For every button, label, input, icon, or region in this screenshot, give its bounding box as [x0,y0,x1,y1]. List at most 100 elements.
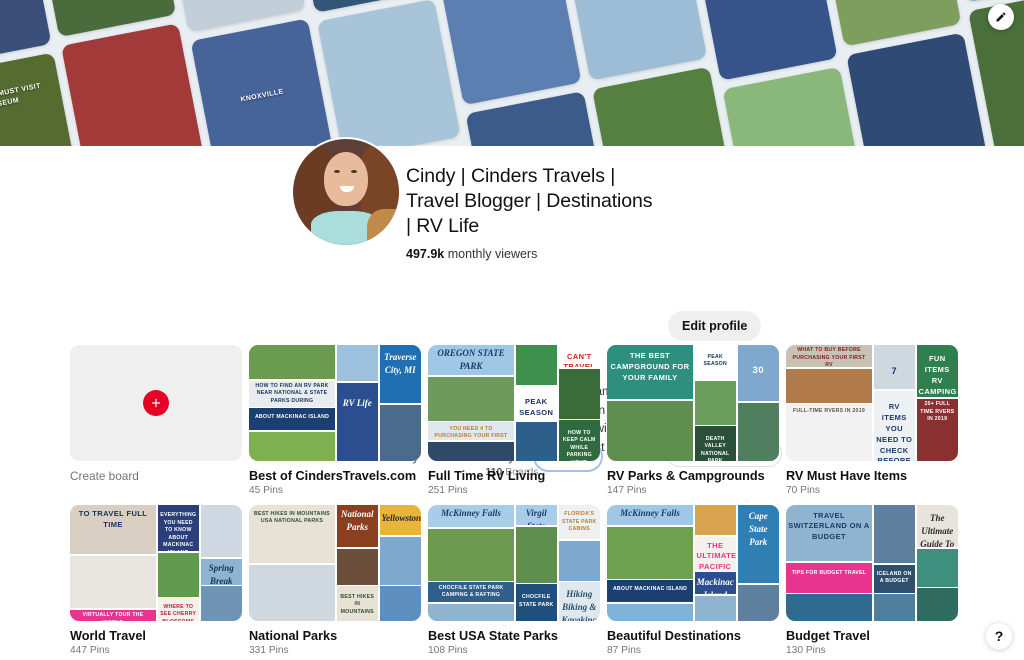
board-pin-count: 331 Pins [249,645,289,656]
board-cover-column: WHAT TO BUY BEFORE PURCHASING YOUR FIRST… [786,345,872,461]
board-cover-thumb: RV Life [336,382,378,461]
board-card[interactable]: WHAT TO BUY BEFORE PURCHASING YOUR FIRST… [786,345,958,496]
board-cover-thumb [515,422,557,461]
board-title: RV Parks & Campgrounds [607,469,765,483]
board-cover[interactable]: HOW TO FIND AN RV PARK NEAR NATIONAL & S… [249,345,421,461]
board-cover-column: Florida's State Park Cabins Hiking Biking… [558,505,600,621]
board-cover-thumb-text: McKinney Falls [620,508,680,518]
board-cover-thumb: RV ITEMS YOU NEED TO CHECK BEFORE HEADIN… [873,390,915,461]
board-cover-thumb-text: HOW TO FIND AN RV PARK NEAR NATIONAL & S… [255,382,329,404]
board-cover[interactable]: BEST HIKES IN Mountains USA National Par… [249,505,421,621]
pencil-icon [996,12,1006,22]
board-cover-thumb: HOW TO KEEP CALM WHILE PARKING YOUR CAMP… [558,420,600,461]
board-cover-thumb [249,345,335,379]
board-cover-thumb-text: HOW TO KEEP CALM WHILE PARKING YOUR CAMP… [562,429,596,461]
board-cover-column: PEAK SEASON [515,345,557,461]
board-cover-thumb-text: 20+ FULL TIME RVERS IN 2019 [920,401,955,423]
board-cover-thumb [379,536,421,585]
board-cover-column: The Ultimate Guide To [916,505,958,621]
board-cover-thumb: HOW TO FIND AN RV PARK NEAR NATIONAL & S… [249,380,335,407]
board-cover-thumb [558,368,600,419]
banner-edit-button[interactable] [988,4,1014,30]
board-cover-thumb [607,526,693,579]
board-cover-thumb [157,552,199,597]
board-cover[interactable]: WHAT TO BUY BEFORE PURCHASING YOUR FIRST… [786,345,958,461]
board-cover-column: THE ULTIMATE PACIFIC COAST USA ROAD TRIP… [694,505,737,621]
board-cover-thumb-text: CHOCFILE STATE PARK [519,594,554,608]
banner-pin: KNOXVILLE [190,18,334,146]
board-cover-thumb: CHOCFILE STATE PARK Camping & Rafting [428,582,514,602]
board-cover-column: EVERYTHING YOU NEED TO KNOW ABOUT MACKIN… [157,505,199,621]
board-title: Full Time RV Living [428,469,546,483]
board-cover[interactable]: OREGON STATE PARK YOU NEED 4 TO PURCHASIN… [428,345,600,461]
board-cover-thumb [428,441,514,461]
board-cover-thumb-text: PEAK SEASON [519,396,554,417]
avatar[interactable] [293,139,399,245]
board-cover-thumb: CHOCFILE STATE PARK [515,584,557,621]
board-cover-thumb-text: TO TRAVEL FULL TIME [78,508,148,529]
board-cover-thumb: ICELAND ON A BUDGET [873,564,915,593]
board-card[interactable]: TO TRAVEL FULL TIME VIRTUALLY TOUR THE WO… [70,505,242,656]
board-cover-thumb-text: RV ITEMS YOU NEED TO CHECK BEFORE HEADIN… [876,402,913,461]
board-cover-thumb-text: Mackinac Island [696,576,734,594]
board-cover-thumb-text: ABOUT MACKINAC ISLAND [254,414,330,421]
board-cover-thumb: ABOUT MACKINAC ISLAND [249,408,335,430]
board-card[interactable]: TRAVEL SWITZERLAND ON A BUDGET Tips for B… [786,505,958,656]
banner-pin [317,0,462,146]
create-board-plus-button[interactable] [143,390,169,416]
board-cover-column: RV Life [336,345,378,461]
board-cover-thumb: Fun Items RV CAMPING [916,345,958,397]
board-cover-thumb [515,526,557,583]
board-card[interactable]: McKinney Falls ABOUT MACKINAC ISLAND THE U… [607,505,779,656]
boards-grid: Create board HOW TO FIND AN RV PARK NEAR … [70,345,960,656]
board-cover-thumb-text: McKinney Falls [441,508,501,519]
board-cover[interactable]: McKinney Falls CHOCFILE STATE PARK Campin… [428,505,600,621]
board-cover[interactable]: the best CAMPGROUND FOR YOUR FAMILY PEAK … [607,345,779,461]
board-cover-thumb [737,402,779,461]
board-card[interactable]: OREGON STATE PARK YOU NEED 4 TO PURCHASIN… [428,345,600,496]
board-cover-column: National Parks BEST HIKES IN Mountains [336,505,378,621]
avatar-face [324,152,368,206]
board-card[interactable]: BEST HIKES IN Mountains USA National Par… [249,505,421,656]
board-cover-thumb [379,404,421,461]
board-cover-column: Traverse City, MI [379,345,421,461]
create-board-card[interactable]: Create board [70,345,242,496]
board-cover-column: Spring Break Vacation [200,505,242,621]
banner-pin [561,0,707,81]
board-cover-thumb-text: THE ULTIMATE PACIFIC COAST USA ROAD TRIP [696,540,737,571]
board-card[interactable]: the best CAMPGROUND FOR YOUR FAMILY PEAK … [607,345,779,496]
board-cover-thumb [336,548,378,585]
board-cover-thumb-text: BEST HIKES IN Mountains [340,593,375,615]
board-cover-thumb-text: DEATH VALLEY NATIONAL PARK CAMPGROUND [701,435,730,461]
board-card[interactable]: HOW TO FIND AN RV PARK NEAR NATIONAL & S… [249,345,421,496]
help-button[interactable]: ? [985,622,1013,650]
edit-profile-button[interactable]: Edit profile [668,311,762,341]
board-cover-thumb: Traverse City, MI [379,345,421,403]
board-cover-thumb: Mackinac Island [694,572,736,594]
board-cover-column: CAN'T TRAVEL HOW TO KEEP CALM WHILE PARKI… [558,345,600,461]
monthly-viewers-value: 497.9k [406,247,445,262]
board-cover-thumb: YOU NEED 4 TO PURCHASING YOUR FIRST RV [428,422,514,440]
board-title: Best of CindersTravels.com [249,469,417,483]
avatar-eye-right [351,170,357,173]
board-cover[interactable]: TO TRAVEL FULL TIME VIRTUALLY TOUR THE WO… [70,505,242,621]
monthly-viewers-label: monthly viewers [447,247,538,262]
board-cover-column: BEST HIKES IN Mountains USA National Par… [249,505,335,621]
board-cover-thumb-text: Hiking Biking & Kayaking [561,588,597,621]
board-cover-thumb [428,376,514,421]
board-cover[interactable]: McKinney Falls ABOUT MACKINAC ISLAND THE U… [607,505,779,621]
board-cover-thumb [607,603,693,621]
board-cover[interactable]: TRAVEL SWITZERLAND ON A BUDGET Tips for B… [786,505,958,621]
board-cover-thumb: the best CAMPGROUND FOR YOUR FAMILY [607,345,693,399]
board-cover-thumb: OREGON STATE PARK [428,345,514,375]
board-card[interactable]: McKinney Falls CHOCFILE STATE PARK Campin… [428,505,600,656]
board-title: RV Must Have Items [786,469,908,483]
board-cover-thumb-text: FULL-TIME RVERS IN 2019 [793,407,865,414]
board-cover-thumb-text: VIRTUALLY TOUR THE WORLD [82,612,144,621]
board-cover-thumb-text: CHOCFILE STATE PARK Camping & Rafting [438,584,504,599]
board-cover-thumb: PEAK SEASON [515,386,557,421]
create-board-cover[interactable] [70,345,242,461]
board-title: World Travel [70,629,146,643]
board-cover-thumb [336,345,378,381]
board-pin-count: 70 Pins [786,485,820,496]
